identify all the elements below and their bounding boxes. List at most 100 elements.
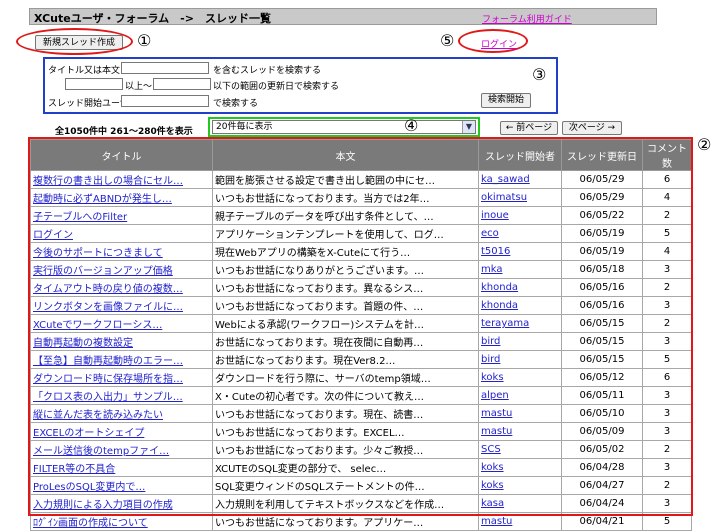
thread-title-link[interactable]: EXCELのオートシェイプ [30, 422, 213, 441]
table-row: ダウンロード時に保存場所を指… ダウンロードを行う際に、サーバのtemp領域… ko… [30, 368, 692, 387]
comment-count-cell: 3 [642, 404, 692, 423]
updated-date-cell: 06/05/22 [561, 206, 643, 225]
thread-title-link[interactable]: タイムアウト時の戻り値の複数… [30, 278, 213, 297]
thread-body-cell: お世話になっております。現在夜間に自動再… [212, 332, 479, 351]
thread-starter-link[interactable]: mastu [478, 404, 562, 423]
marker-3: ③ [532, 65, 547, 84]
updated-date-cell: 06/05/09 [561, 422, 643, 441]
updated-date-cell: 06/05/19 [561, 242, 643, 261]
updated-date-cell: 06/05/16 [561, 296, 643, 315]
thread-title-link[interactable]: 縦に並んだ表を読み込みたい [30, 404, 213, 423]
per-page-select[interactable]: 20件毎に表示 ▼ [212, 120, 476, 134]
thread-starter-link[interactable]: ka_sawad [478, 170, 562, 189]
chevron-down-icon[interactable]: ▼ [462, 121, 475, 133]
table-row: 自動再起動の複数設定 お世話になっております。現在夜間に自動再… bird 06/05… [30, 332, 692, 351]
thread-starter-link[interactable]: bird [478, 332, 562, 351]
thread-starter-link[interactable]: mastu [478, 422, 562, 441]
thread-body-cell: ダウンロードを行う際に、サーバのtemp領域… [212, 368, 479, 387]
thread-starter-link[interactable]: alpen [478, 386, 562, 405]
updated-date-cell: 06/05/15 [561, 332, 643, 351]
thread-body-cell: いつもお世話になっております。少々ご教授… [212, 440, 479, 459]
thread-title-link[interactable]: FILTER等の不具合 [30, 458, 213, 477]
thread-body-cell: いつもお世話になりありがとうございます。… [212, 260, 479, 279]
comment-count-cell: 3 [642, 386, 692, 405]
thread-starter-link[interactable]: koks [478, 368, 562, 387]
search-text-input[interactable] [121, 62, 209, 74]
thread-title-link[interactable]: 実行版のバージョンアップ価格 [30, 260, 213, 279]
column-header-comments: コメント数 [642, 139, 692, 171]
thread-title-link[interactable]: ProLesのSQL変更内で… [30, 476, 213, 495]
table-row: 子テーブルへのFilter 親子テーブルのデータを呼び出す条件として、… inoue… [30, 206, 692, 225]
table-row: 複数行の書き出しの場合にセル… 範囲を膨張させる設定で書き出し範囲の中にセ… ka_… [30, 170, 692, 189]
thread-starter-link[interactable]: okimatsu [478, 188, 562, 207]
thread-body-cell: XCUTEのSQL変更の部分で、 selec… [212, 458, 479, 477]
thread-body-cell: X・Cuteの初心者です。次の件について教え… [212, 386, 479, 405]
search-button[interactable]: 検索開始 [481, 93, 531, 108]
forum-guide-link[interactable]: フォーラム利用ガイド [482, 12, 572, 25]
thread-body-cell: いつもお世話になっております。EXCEL… [212, 422, 479, 441]
thread-title-link[interactable]: 子テーブルへのFilter [30, 206, 213, 225]
thread-title-link[interactable]: 「クロス表の入出力」サンプル… [30, 386, 213, 405]
thread-title-link[interactable]: 入力規則による入力項目の作成 [30, 494, 213, 513]
thread-starter-link[interactable]: khonda [478, 278, 562, 297]
updated-date-cell: 06/04/24 [561, 494, 643, 513]
thread-title-link[interactable]: 自動再起動の複数設定 [30, 332, 213, 351]
search-panel: タイトル又は本文に を含むスレッドを検索する 以上～ 以下の範囲の更新日で検索す… [43, 57, 558, 114]
thread-title-link[interactable]: 今後のサポートにつきまして [30, 242, 213, 261]
thread-table: タイトル 本文 スレッド開始者 スレッド更新日 コメント数 複数行の書き出しの場合にセル… [30, 139, 692, 531]
comment-count-cell: 4 [642, 242, 692, 261]
page-title: XCuteユーザ・フォーラム -> スレッド一覧 [34, 12, 271, 25]
thread-starter-link[interactable]: koks [478, 476, 562, 495]
comment-count-cell: 5 [642, 224, 692, 243]
thread-title-link[interactable]: 起動時に必ずABNDが発生し… [30, 188, 213, 207]
comment-count-cell: 3 [642, 296, 692, 315]
comment-count-cell: 6 [642, 368, 692, 387]
date-from-input[interactable] [65, 78, 123, 90]
comment-count-cell: 3 [642, 422, 692, 441]
thread-body-cell: 親子テーブルのデータを呼び出す条件として、… [212, 206, 479, 225]
table-header-row: タイトル 本文 スレッド開始者 スレッド更新日 コメント数 [30, 139, 692, 171]
thread-starter-link[interactable]: koks [478, 458, 562, 477]
login-link[interactable]: ログイン [481, 37, 517, 50]
thread-starter-link[interactable]: inoue [478, 206, 562, 225]
column-header-title: タイトル [30, 139, 213, 171]
comment-count-cell: 5 [642, 350, 692, 369]
comment-count-cell: 4 [642, 188, 692, 207]
thread-body-cell: いつもお世話になっております。現在、読書… [212, 404, 479, 423]
thread-starter-link[interactable]: mka [478, 260, 562, 279]
thread-title-link[interactable]: メール送信後のtempファイ… [30, 440, 213, 459]
thread-title-link[interactable]: 複数行の書き出しの場合にセル… [30, 170, 213, 189]
thread-starter-input[interactable] [121, 95, 209, 107]
column-header-starter: スレッド開始者 [478, 139, 562, 171]
search-text-label: タイトル又は本文に [48, 66, 130, 76]
thread-title-link[interactable]: 【至急】自動再起動時のエラー… [30, 350, 213, 369]
updated-date-cell: 06/05/29 [561, 188, 643, 207]
thread-starter-link[interactable]: terayama [478, 314, 562, 333]
thread-starter-link[interactable]: t5016 [478, 242, 562, 261]
thread-title-link[interactable]: XCuteでワークフローシス… [30, 314, 213, 333]
updated-date-cell: 06/05/29 [561, 170, 643, 189]
table-row: 入力規則による入力項目の作成 入力規則を利用してテキストボックスなどを作成… kas… [30, 494, 692, 513]
updated-date-cell: 06/05/02 [561, 440, 643, 459]
thread-title-link[interactable]: ログイン [30, 224, 213, 243]
thread-starter-label: スレッド開始ユーザ [48, 99, 129, 109]
next-page-button[interactable]: 次ページ → [562, 121, 622, 135]
thread-starter-link[interactable]: khonda [478, 296, 562, 315]
per-page-value: 20件毎に表示 [216, 122, 273, 132]
thread-title-link[interactable]: ダウンロード時に保存場所を指… [30, 368, 213, 387]
comment-count-cell: 6 [642, 170, 692, 189]
thread-starter-link[interactable]: kasa [478, 494, 562, 513]
thread-body-cell: いつもお世話になっております。異なるシス… [212, 278, 479, 297]
comment-count-cell: 2 [642, 278, 692, 297]
updated-date-cell: 06/05/11 [561, 386, 643, 405]
thread-starter-link[interactable]: eco [478, 224, 562, 243]
prev-page-button[interactable]: ← 前ページ [500, 121, 558, 135]
thread-starter-link[interactable]: SCS [478, 440, 562, 459]
thread-starter-link[interactable]: bird [478, 350, 562, 369]
date-to-input[interactable] [153, 78, 211, 90]
table-row: 起動時に必ずABNDが発生し… いつもお世話になっております。当方では2年… oki… [30, 188, 692, 207]
thread-body-cell: アプリケーションテンプレートを使用して、ログ… [212, 224, 479, 243]
thread-title-link[interactable]: リンクボタンを画像ファイルに… [30, 296, 213, 315]
thread-body-cell: SQL変更ウィンドのSQLステートメントの件… [212, 476, 479, 495]
comment-count-cell: 3 [642, 458, 692, 477]
